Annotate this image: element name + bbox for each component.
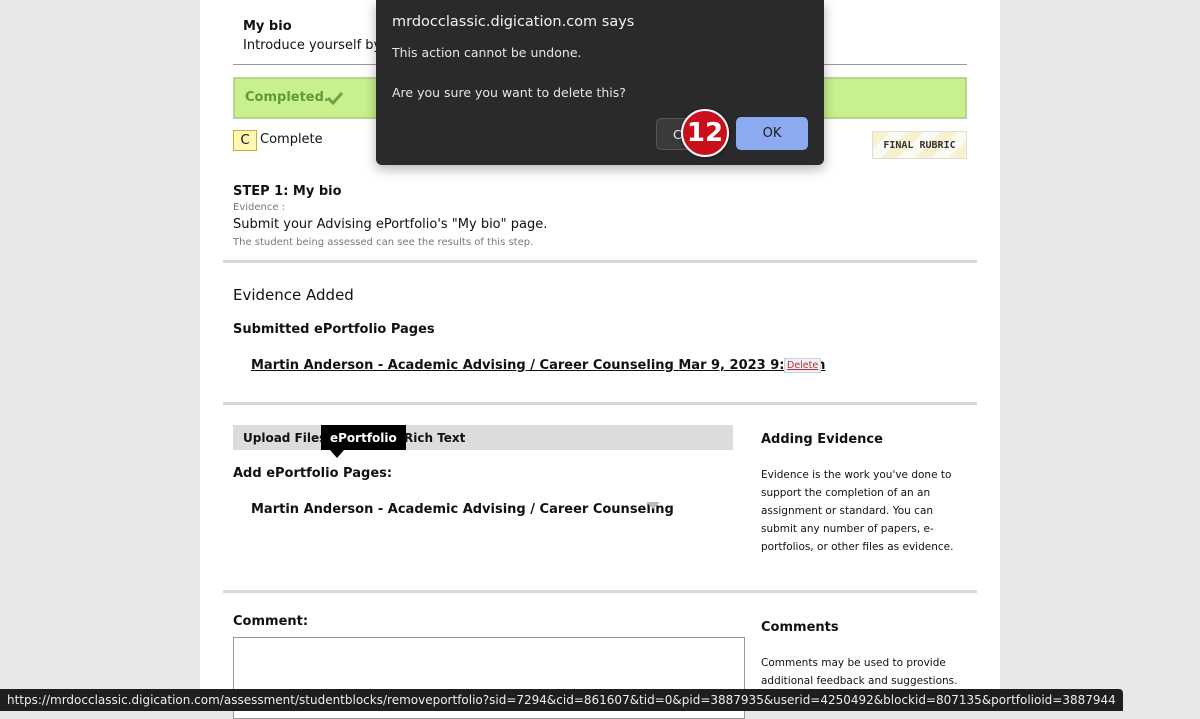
comments-side-title: Comments	[761, 620, 839, 635]
dialog-title: mrdocclassic.digication.com says	[392, 14, 635, 30]
ok-button[interactable]: OK	[736, 117, 808, 150]
step-number-badge: 12	[681, 109, 729, 157]
status-bar-url: https://mrdocclassic.digication.com/asse…	[0, 689, 1123, 711]
comments-side-text: Comments may be used to provide addition…	[761, 657, 958, 687]
dialog-message-2: Are you sure you want to delete this?	[392, 85, 626, 100]
confirm-dialog: mrdocclassic.digication.com says This ac…	[376, 0, 824, 165]
dialog-message-1: This action cannot be undone.	[392, 45, 582, 60]
comment-label: Comment:	[233, 614, 309, 629]
